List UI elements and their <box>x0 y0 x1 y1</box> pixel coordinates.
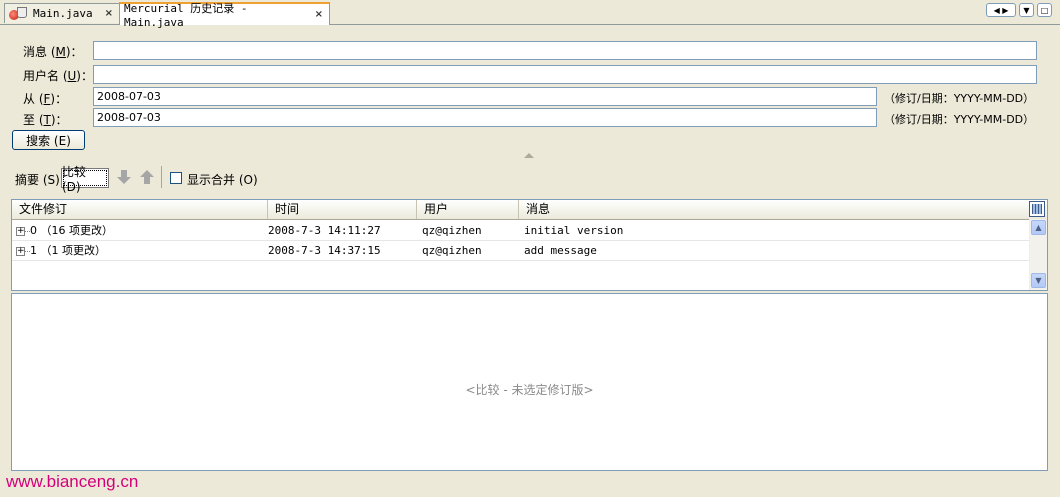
arrow-down-icon[interactable] <box>115 168 133 186</box>
message-input[interactable] <box>93 41 1037 60</box>
expand-icon[interactable]: + <box>16 247 30 256</box>
from-label: 从 (F)： <box>23 92 68 106</box>
user-cell: qz@qizhen <box>422 244 482 257</box>
to-label: 至 (T)： <box>23 113 68 127</box>
expand-icon[interactable]: + <box>16 227 30 236</box>
column-header-user[interactable]: 用户 <box>417 200 519 219</box>
to-format-hint: （修订/日期：YYYY-MM-DD） <box>884 113 1035 126</box>
message-label: 消息 (M)： <box>23 45 83 59</box>
from-format-hint: （修订/日期：YYYY-MM-DD） <box>884 92 1035 105</box>
revision-cell: 1 （1 项更改） <box>30 244 106 257</box>
chevron-left-icon: ◀ <box>993 5 1000 15</box>
compare-toggle[interactable]: 比较 (D) <box>61 165 109 194</box>
scroll-down-button[interactable]: ▼ <box>1031 273 1046 288</box>
table-row[interactable]: + 0 （16 项更改） 2008-7-3 14:11:27 qz@qizhen… <box>12 221 1030 241</box>
close-icon[interactable]: × <box>105 8 113 19</box>
column-header-message[interactable]: 消息 <box>519 200 1030 219</box>
table-header: 文件修订 时间 用户 消息 <box>12 200 1047 220</box>
table-row[interactable]: + 1 （1 项更改） 2008-7-3 14:37:15 qz@qizhen … <box>12 241 1030 261</box>
tab-label: Mercurial 历史记录 - Main.java <box>124 2 248 29</box>
time-cell: 2008-7-3 14:11:27 <box>268 224 381 237</box>
toolbar-separator <box>161 166 162 188</box>
message-cell: initial version <box>524 224 624 237</box>
column-chooser-icon[interactable] <box>1029 201 1045 217</box>
diff-placeholder: <比较 - 未选定修订版> <box>465 382 594 397</box>
username-input[interactable] <box>93 65 1037 84</box>
column-header-revision[interactable]: 文件修订 <box>12 200 268 219</box>
java-file-icon <box>9 6 27 21</box>
close-icon[interactable]: × <box>315 9 323 20</box>
scroll-tabs-button[interactable]: ◀ ▶ <box>986 3 1016 17</box>
username-label: 用户名 (U)： <box>23 69 93 83</box>
message-cell: add message <box>524 244 597 257</box>
to-date-input[interactable]: 2008-07-03 <box>93 108 877 127</box>
summary-toggle[interactable]: 摘要 (S) <box>15 171 60 188</box>
editor-tab-bar: Main.java × Mercurial 历史记录 - Main.java ×… <box>0 0 1060 29</box>
tab-label: Main.java <box>33 7 93 20</box>
watermark: www.bianceng.cn <box>6 472 139 491</box>
user-cell: qz@qizhen <box>422 224 482 237</box>
chevron-right-icon: ▶ <box>1002 5 1009 15</box>
maximize-icon: □ <box>1040 5 1049 15</box>
time-cell: 2008-7-3 14:37:15 <box>268 244 381 257</box>
collapse-arrow-icon[interactable] <box>524 153 534 158</box>
show-merges-checkbox[interactable] <box>170 172 182 184</box>
search-button[interactable]: 搜索 (E) <box>12 130 85 150</box>
diff-pane: <比较 - 未选定修订版> <box>11 293 1048 471</box>
revision-table: 文件修订 时间 用户 消息 + 0 （16 项更改） 2008-7-3 14:1… <box>11 199 1048 291</box>
tab-navigation: ◀ ▶ ▼ □ <box>986 3 1052 17</box>
show-merges-label: 显示合并 (O) <box>187 173 258 187</box>
tab-main-java[interactable]: Main.java × <box>4 3 120 23</box>
tab-menu-button[interactable]: ▼ <box>1019 3 1034 17</box>
arrow-up-icon[interactable] <box>138 168 156 186</box>
table-scrollbar[interactable]: ▲ ▼ <box>1029 219 1047 290</box>
maximize-button[interactable]: □ <box>1037 3 1052 17</box>
scroll-up-button[interactable]: ▲ <box>1031 220 1046 235</box>
from-date-input[interactable]: 2008-07-03 <box>93 87 877 106</box>
chevron-down-icon: ▼ <box>1023 5 1030 15</box>
compare-label: 比较 (D) <box>62 164 87 194</box>
tab-mercurial-history[interactable]: Mercurial 历史记录 - Main.java × <box>119 2 330 29</box>
revision-cell: 0 （16 项更改） <box>30 224 113 237</box>
column-header-time[interactable]: 时间 <box>268 200 417 219</box>
